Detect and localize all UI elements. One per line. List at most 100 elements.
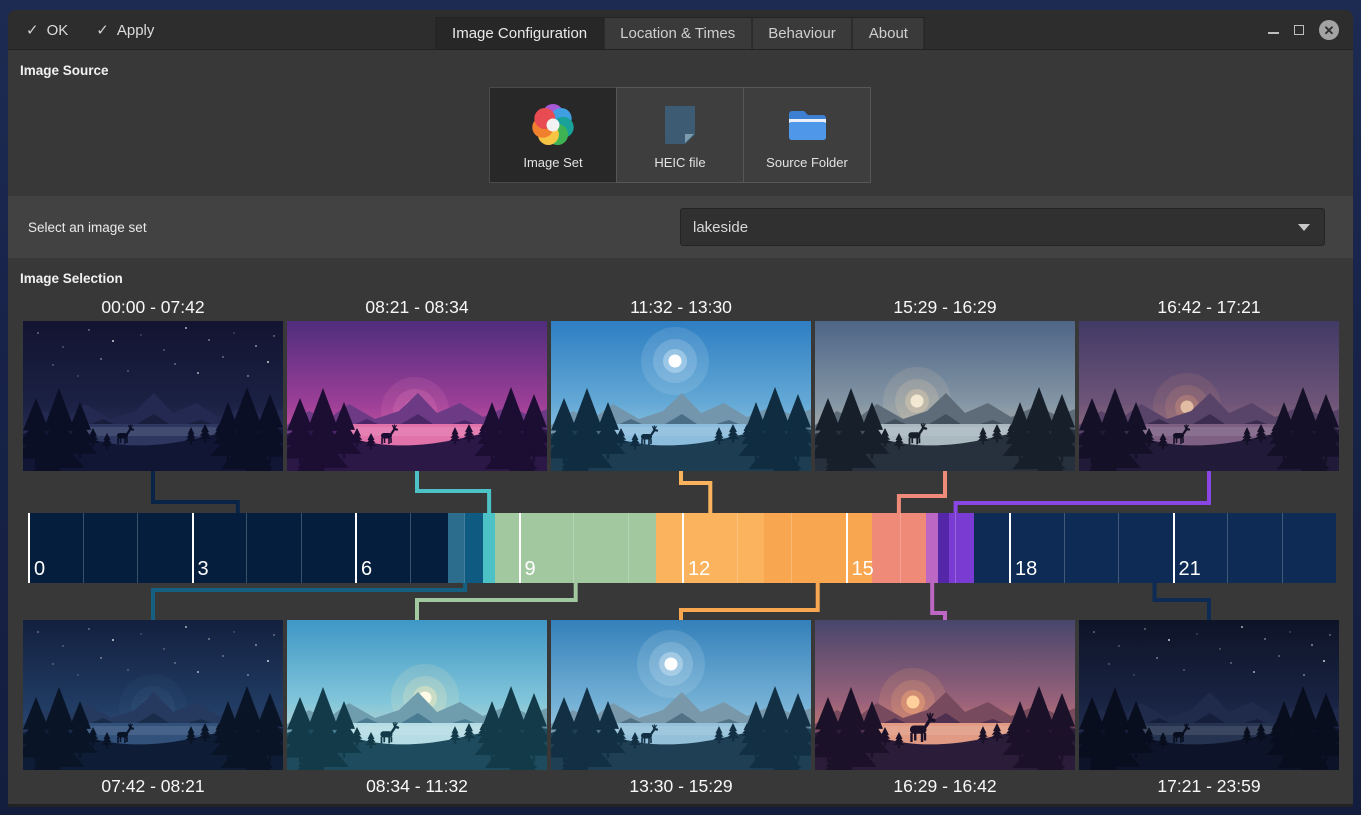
timeline-minor-tick [137,513,138,583]
bottom-time-label: 08:34 - 11:32 [287,776,547,797]
top-time-label: 08:21 - 08:34 [287,297,547,318]
timeline-hour-label: 9 [525,558,536,581]
day-timeline: 0 3 6 9 12 15 18 21 [28,513,1336,583]
titlebar: ✓ OK ✓ Apply Image ConfigurationLocation… [8,10,1353,50]
timeline-segment [483,513,495,583]
bottom-wallpaper-thumbnail[interactable] [1079,620,1339,770]
minimize-icon[interactable] [1268,32,1279,34]
bottom-wallpaper-thumbnail[interactable] [23,620,283,770]
connector-line [417,471,489,513]
tab-location-times[interactable]: Location & Times [603,17,752,50]
connector-line [681,583,818,620]
timeline-minor-tick [1118,513,1119,583]
timeline-hour-label: 12 [688,558,710,581]
tab-about[interactable]: About [852,17,925,50]
timeline-minor-tick [83,513,84,583]
connector-line [932,583,945,620]
timeline-hour-label: 3 [198,558,209,581]
source-folder-icon [783,100,831,148]
ok-button[interactable]: ✓ OK [26,21,68,39]
timeline-major-tick [355,513,357,583]
top-time-label: 11:32 - 13:30 [551,297,811,318]
timeline-minor-tick [1227,513,1228,583]
bottom-wallpaper-thumbnail[interactable] [815,620,1075,770]
timeline-minor-tick [955,513,956,583]
chevron-down-icon [1298,224,1310,231]
bottom-time-label: 07:42 - 08:21 [23,776,283,797]
image-set-dropdown-value: lakeside [681,219,1298,236]
connector-line [1155,583,1210,620]
maximize-icon[interactable] [1294,25,1304,35]
timeline-segment [926,513,938,583]
heic-file-icon [656,100,704,148]
timeline-minor-tick [737,513,738,583]
timeline-minor-tick [573,513,574,583]
timeline-major-tick [846,513,848,583]
timeline-hour-label: 6 [361,558,372,581]
connector-line [153,471,238,513]
image-set-dropdown[interactable]: lakeside [680,208,1325,246]
timeline-major-tick [682,513,684,583]
timeline-major-tick [1173,513,1175,583]
source-option-label: Source Folder [766,155,848,170]
image-set-icon [529,100,577,148]
timeline-minor-tick [1282,513,1283,583]
timeline-minor-tick [301,513,302,583]
timeline-segment [949,513,974,583]
bottom-wallpaper-thumbnail[interactable] [551,620,811,770]
app-window: ✓ OK ✓ Apply Image ConfigurationLocation… [8,10,1353,807]
image-source-section-title: Image Source [20,63,109,78]
connector-line [153,583,465,620]
timeline-minor-tick [628,513,629,583]
timeline-segment [28,513,448,583]
bottom-time-label: 17:21 - 23:59 [1079,776,1339,797]
apply-button-label: Apply [117,22,155,39]
top-wallpaper-thumbnail[interactable] [815,321,1075,471]
timeline-segment [938,513,949,583]
image-selection-section-title: Image Selection [20,271,123,286]
top-connector-lines [8,471,1353,513]
timeline-major-tick [28,513,30,583]
connector-line [899,471,945,513]
tab-bar: Image ConfigurationLocation & TimesBehav… [436,17,925,50]
timeline-hour-label: 21 [1179,558,1201,581]
top-wallpaper-thumbnail[interactable] [1079,321,1339,471]
timeline-hour-label: 15 [852,558,874,581]
timeline-minor-tick [791,513,792,583]
apply-button[interactable]: ✓ Apply [96,21,154,39]
timeline-major-tick [192,513,194,583]
top-time-label: 15:29 - 16:29 [815,297,1075,318]
select-image-set-label: Select an image set [28,196,147,258]
timeline-minor-tick [464,513,465,583]
window-controls: ✕ [1268,10,1339,50]
bottom-wallpaper-thumbnail[interactable] [287,620,547,770]
ok-button-label: OK [47,22,69,39]
tab-image-configuration[interactable]: Image Configuration [435,17,604,50]
close-icon[interactable]: ✕ [1319,20,1339,40]
timeline-segment [464,513,483,583]
top-time-label: 00:00 - 07:42 [23,297,283,318]
connector-line [956,471,1209,513]
tab-behaviour[interactable]: Behaviour [751,17,853,50]
image-set-selector-row: Select an image set lakeside [8,196,1353,258]
top-wallpaper-thumbnail[interactable] [551,321,811,471]
timeline-minor-tick [410,513,411,583]
timeline-hour-label: 0 [34,558,45,581]
image-source-options: Image Set HEIC file Source Folder [490,87,871,183]
source-option-heic-file[interactable]: HEIC file [616,87,744,183]
connector-line [417,583,576,620]
timeline-major-tick [519,513,521,583]
top-wallpaper-thumbnail[interactable] [23,321,283,471]
source-option-label: HEIC file [654,155,705,170]
timeline-minor-tick [900,513,901,583]
desktop-background: ✓ OK ✓ Apply Image ConfigurationLocation… [0,0,1361,815]
timeline-minor-tick [246,513,247,583]
top-wallpaper-thumbnail[interactable] [287,321,547,471]
timeline-segment [872,513,927,583]
source-option-source-folder[interactable]: Source Folder [743,87,871,183]
timeline-minor-tick [1064,513,1065,583]
source-option-image-set[interactable]: Image Set [489,87,617,183]
timeline-hour-label: 18 [1015,558,1037,581]
top-time-label: 16:42 - 17:21 [1079,297,1339,318]
bottom-time-label: 13:30 - 15:29 [551,776,811,797]
